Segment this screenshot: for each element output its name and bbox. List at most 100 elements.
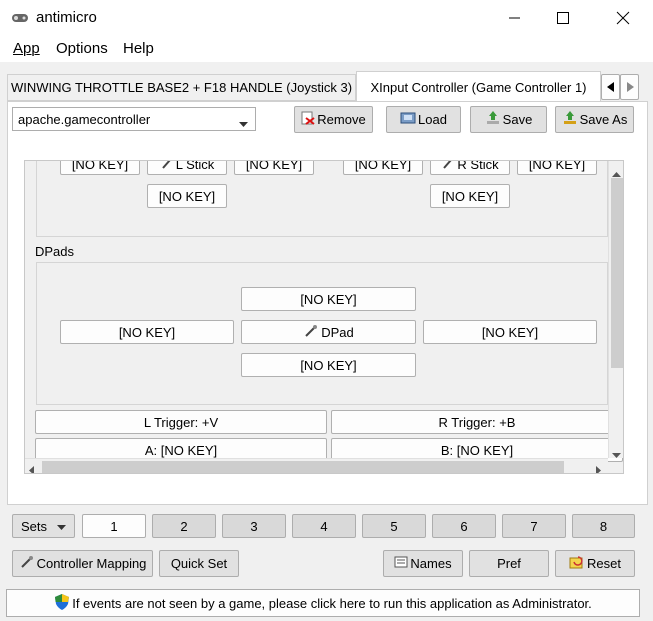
reset-icon — [569, 555, 585, 572]
set-label: 8 — [599, 518, 608, 534]
minimize-icon[interactable] — [500, 8, 530, 28]
key-label: [NO KEY] — [300, 291, 357, 307]
admin-notice-button[interactable]: If events are not seen by a game, please… — [6, 589, 640, 617]
close-icon[interactable] — [608, 8, 638, 28]
set-label: 3 — [250, 518, 258, 534]
set-7-button[interactable]: 7 — [502, 514, 566, 538]
right-stick-button[interactable]: R Stick — [430, 160, 510, 175]
set-label: 1 — [110, 518, 118, 534]
right-stick-right-key[interactable]: [NO KEY] — [517, 160, 597, 175]
sets-dropdown-button[interactable]: Sets — [12, 514, 75, 538]
set-5-button[interactable]: 5 — [362, 514, 426, 538]
scroll-right-icon[interactable] — [596, 463, 602, 473]
right-stick-up-key[interactable]: [NO KEY] — [343, 160, 423, 175]
remove-label: Remove — [317, 112, 366, 127]
set-1-button[interactable]: 1 — [82, 514, 146, 538]
key-label: [NO KEY] — [245, 160, 303, 172]
scroll-left-icon[interactable] — [29, 463, 35, 473]
key-label: [NO KEY] — [354, 160, 412, 172]
set-4-button[interactable]: 4 — [292, 514, 356, 538]
dpads-heading: DPads — [35, 244, 75, 259]
save-as-icon — [562, 110, 578, 129]
save-label: Save — [502, 112, 533, 127]
menu-options[interactable]: Options — [56, 40, 108, 57]
tab-joystick-3[interactable]: WINWING THROTTLE BASE2 + F18 HANDLE (Joy… — [7, 74, 356, 101]
pref-button[interactable]: Pref — [469, 550, 549, 577]
left-stick-up-key[interactable]: [NO KEY] — [60, 160, 140, 175]
set-label: 5 — [390, 518, 398, 534]
menu-help[interactable]: Help — [123, 40, 154, 57]
key-label: [NO KEY] — [441, 188, 499, 204]
sets-label: Sets — [20, 518, 47, 534]
scroll-down-icon[interactable] — [612, 447, 621, 462]
key-label: [NO KEY] — [481, 324, 539, 340]
set-6-button[interactable]: 6 — [432, 514, 496, 538]
tab-scroll-right-button[interactable] — [620, 74, 639, 100]
dpad-up-key[interactable]: [NO KEY] — [241, 287, 416, 311]
key-label: [NO KEY] — [118, 324, 176, 340]
load-label: Load — [418, 112, 447, 127]
key-label: [NO KEY] — [71, 160, 129, 172]
save-button[interactable]: Save — [470, 106, 547, 133]
key-label: [NO KEY] — [158, 188, 216, 204]
set-3-button[interactable]: 3 — [222, 514, 286, 538]
dpad-down-key[interactable]: [NO KEY] — [241, 353, 416, 377]
controller-mapping-icon — [19, 555, 35, 572]
set-2-button[interactable]: 2 — [152, 514, 216, 538]
quick-set-button[interactable]: Quick Set — [159, 550, 239, 577]
vertical-scrollbar[interactable] — [608, 161, 623, 458]
pref-label: Pref — [497, 556, 521, 571]
save-icon — [485, 110, 501, 129]
set-label: 2 — [180, 518, 188, 534]
controller-mapping-label: Controller Mapping — [36, 556, 147, 571]
names-icon — [394, 556, 408, 571]
l-trigger-button[interactable]: L Trigger: +V — [35, 410, 327, 434]
shield-icon — [54, 593, 70, 614]
tab-game-controller-1[interactable]: XInput Controller (Game Controller 1) — [356, 71, 601, 102]
dpad-left-key[interactable]: [NO KEY] — [60, 320, 234, 344]
dpad-right-key[interactable]: [NO KEY] — [423, 320, 597, 344]
left-stick-button[interactable]: L Stick — [147, 160, 227, 175]
remove-icon — [301, 111, 315, 128]
right-stick-down-key[interactable]: [NO KEY] — [430, 184, 510, 208]
remove-button[interactable]: Remove — [294, 106, 373, 133]
set-label: 7 — [530, 518, 538, 534]
dpad-button[interactable]: DPad — [241, 320, 416, 344]
set-8-button[interactable]: 8 — [572, 514, 635, 538]
title-bar: antimicro — [0, 0, 653, 36]
chevron-down-icon — [239, 116, 248, 131]
names-label: Names — [410, 556, 452, 571]
tab-scroll-left-button[interactable] — [601, 74, 620, 100]
maximize-icon[interactable] — [548, 8, 578, 28]
key-label: L Stick — [175, 160, 215, 172]
names-button[interactable]: Names — [383, 550, 463, 577]
menu-app[interactable]: App — [13, 40, 40, 57]
vertical-scroll-thumb[interactable] — [611, 178, 623, 368]
key-label: DPad — [321, 324, 354, 340]
joystick-icon — [160, 161, 174, 172]
tab-label: WINWING THROTTLE BASE2 + F18 HANDLE (Joy… — [10, 80, 353, 95]
mapping-scroll-area: [NO KEY] L Stick [NO KEY] [NO KEY] [NO K… — [24, 160, 624, 474]
left-stick-down-key[interactable]: [NO KEY] — [147, 184, 227, 208]
app-icon — [11, 10, 29, 27]
key-label: A: [NO KEY] — [144, 442, 218, 458]
profile-select[interactable]: apache.gamecontroller — [12, 107, 256, 131]
horizontal-scroll-thumb[interactable] — [42, 461, 564, 473]
key-label: R Stick — [457, 160, 499, 172]
window-title: antimicro — [36, 9, 97, 26]
horizontal-scrollbar[interactable] — [25, 458, 608, 473]
save-as-label: Save As — [579, 112, 628, 127]
left-stick-right-key[interactable]: [NO KEY] — [234, 160, 314, 175]
admin-notice-text: If events are not seen by a game, please… — [72, 595, 592, 611]
save-as-button[interactable]: Save As — [555, 106, 634, 133]
r-trigger-button[interactable]: R Trigger: +B — [331, 410, 623, 434]
reset-button[interactable]: Reset — [555, 550, 635, 577]
dpad-icon — [303, 324, 319, 341]
key-label: [NO KEY] — [300, 357, 357, 373]
key-label: [NO KEY] — [528, 160, 586, 172]
tab-label: XInput Controller (Game Controller 1) — [370, 79, 587, 95]
controller-mapping-button[interactable]: Controller Mapping — [12, 550, 153, 577]
reset-label: Reset — [587, 556, 621, 571]
load-button[interactable]: Load — [386, 106, 461, 133]
key-label: B: [NO KEY] — [440, 442, 514, 458]
